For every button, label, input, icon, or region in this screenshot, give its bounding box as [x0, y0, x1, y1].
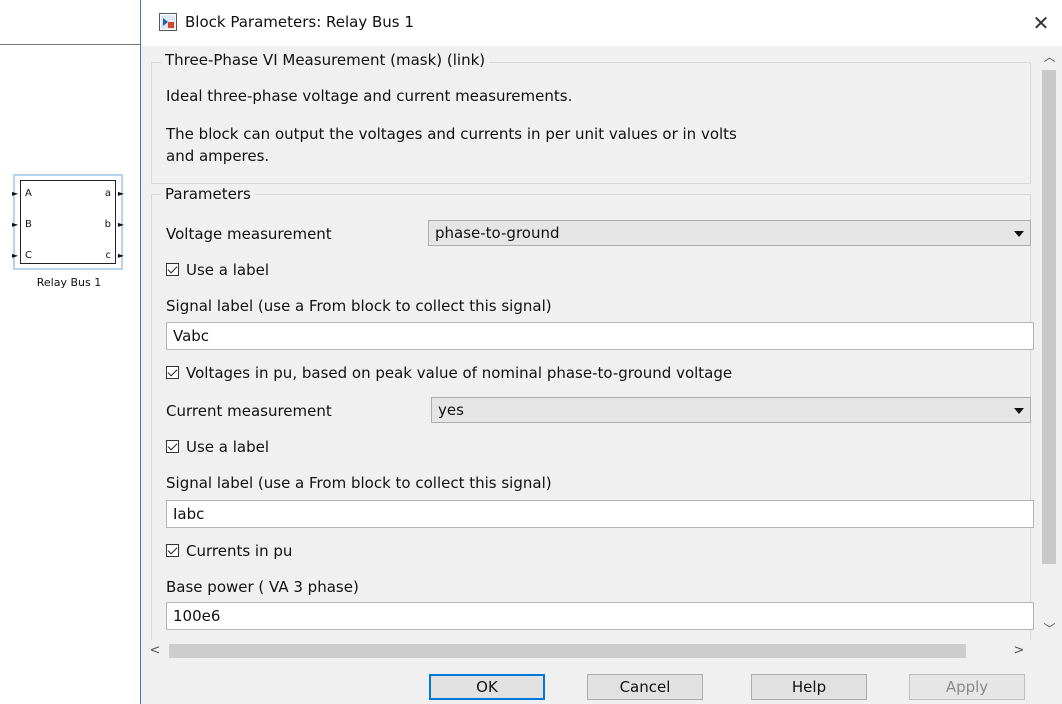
- checkbox-checked-icon[interactable]: [166, 544, 179, 557]
- relay-bus-block[interactable]: A B C a b c ► ► ► ► ► ►: [12, 174, 124, 270]
- input-arrow-icon: ►: [12, 189, 19, 198]
- block-name-label[interactable]: Relay Bus 1: [14, 276, 124, 289]
- input-port-a-label: A: [25, 188, 32, 199]
- current-measurement-value: yes: [438, 401, 464, 419]
- use-label-current-checkbox[interactable]: Use a label: [166, 438, 269, 456]
- output-arrow-icon: ►: [117, 189, 124, 198]
- currents-in-pu-text: Currents in pu: [186, 542, 293, 560]
- currents-in-pu-checkbox[interactable]: Currents in pu: [166, 542, 292, 560]
- base-power-caption: Base power ( VA 3 phase): [166, 578, 359, 596]
- block-parameters-dialog: Block Parameters: Relay Bus 1 ✕ Three-Ph…: [140, 0, 1062, 704]
- use-label-current-text: Use a label: [186, 438, 270, 456]
- model-canvas: A B C a b c ► ► ► ► ► ► Relay Bus 1: [0, 0, 140, 704]
- input-arrow-icon: ►: [12, 220, 19, 229]
- scroll-up-icon[interactable]: ︿: [1037, 48, 1062, 66]
- dialog-titlebar[interactable]: Block Parameters: Relay Bus 1 ✕: [141, 0, 1062, 46]
- voltage-measurement-value: phase-to-ground: [435, 224, 560, 242]
- base-power-input[interactable]: 100e6: [166, 602, 1034, 630]
- horizontal-scrollbar[interactable]: < >: [141, 640, 1037, 662]
- output-port-c-label: c: [105, 250, 112, 261]
- dialog-content: Three-Phase VI Measurement (mask) (link)…: [141, 46, 1037, 640]
- checkbox-checked-icon[interactable]: [166, 440, 179, 453]
- block-body: A B C a b c ► ► ► ► ► ►: [12, 180, 124, 264]
- scroll-right-icon[interactable]: >: [1009, 640, 1029, 662]
- help-button[interactable]: Help: [751, 674, 867, 700]
- checkbox-checked-icon[interactable]: [166, 366, 179, 379]
- chevron-down-icon: [1014, 408, 1024, 414]
- simulink-block-icon: [159, 13, 177, 31]
- use-label-voltage-text: Use a label: [186, 261, 270, 279]
- scroll-left-icon[interactable]: <: [145, 640, 165, 662]
- scroll-down-icon[interactable]: ﹀: [1037, 620, 1062, 638]
- mask-description-line2: and amperes.: [166, 147, 270, 165]
- scrollbar-corner: [1037, 640, 1062, 662]
- output-arrow-icon: ►: [117, 251, 124, 260]
- parameters-legend: Parameters: [161, 185, 255, 203]
- input-arrow-icon: ►: [12, 251, 19, 260]
- signal-label-voltage-input[interactable]: Vabc: [166, 322, 1034, 350]
- signal-label-voltage-caption: Signal label (use a From block to collec…: [166, 297, 552, 315]
- horizontal-scroll-thumb[interactable]: [169, 644, 966, 658]
- ok-button[interactable]: OK: [429, 674, 545, 700]
- voltages-in-pu-checkbox[interactable]: Voltages in pu, based on peak value of n…: [166, 364, 732, 382]
- output-port-a-label: a: [104, 188, 111, 199]
- input-port-c-label: C: [25, 250, 32, 261]
- voltage-measurement-select[interactable]: phase-to-ground: [428, 220, 1031, 246]
- signal-label-current-caption: Signal label (use a From block to collec…: [166, 474, 552, 492]
- signal-line: [0, 44, 140, 45]
- mask-description: Ideal three-phase voltage and current me…: [166, 87, 573, 105]
- output-port-b-label: b: [104, 219, 111, 230]
- close-icon[interactable]: ✕: [1024, 8, 1058, 38]
- cancel-button[interactable]: Cancel: [587, 674, 703, 700]
- apply-button[interactable]: Apply: [909, 674, 1025, 700]
- vertical-scrollbar[interactable]: ︿ ﹀: [1037, 46, 1062, 640]
- input-port-b-label: B: [25, 219, 32, 230]
- signal-label-current-input[interactable]: Iabc: [166, 500, 1034, 528]
- voltages-in-pu-text: Voltages in pu, based on peak value of n…: [186, 364, 733, 382]
- checkbox-checked-icon[interactable]: [166, 263, 179, 276]
- mask-description-line1: The block can output the voltages and cu…: [166, 125, 737, 143]
- vertical-scroll-thumb[interactable]: [1042, 70, 1056, 564]
- dialog-title: Block Parameters: Relay Bus 1: [185, 13, 414, 31]
- current-measurement-label: Current measurement: [166, 402, 332, 420]
- current-measurement-select[interactable]: yes: [431, 397, 1031, 423]
- use-label-voltage-checkbox[interactable]: Use a label: [166, 261, 269, 279]
- mask-groupbox: [151, 62, 1031, 184]
- mask-legend: Three-Phase VI Measurement (mask) (link): [161, 51, 490, 69]
- output-arrow-icon: ►: [117, 220, 124, 229]
- voltage-measurement-label: Voltage measurement: [166, 225, 332, 243]
- chevron-down-icon: [1014, 231, 1024, 237]
